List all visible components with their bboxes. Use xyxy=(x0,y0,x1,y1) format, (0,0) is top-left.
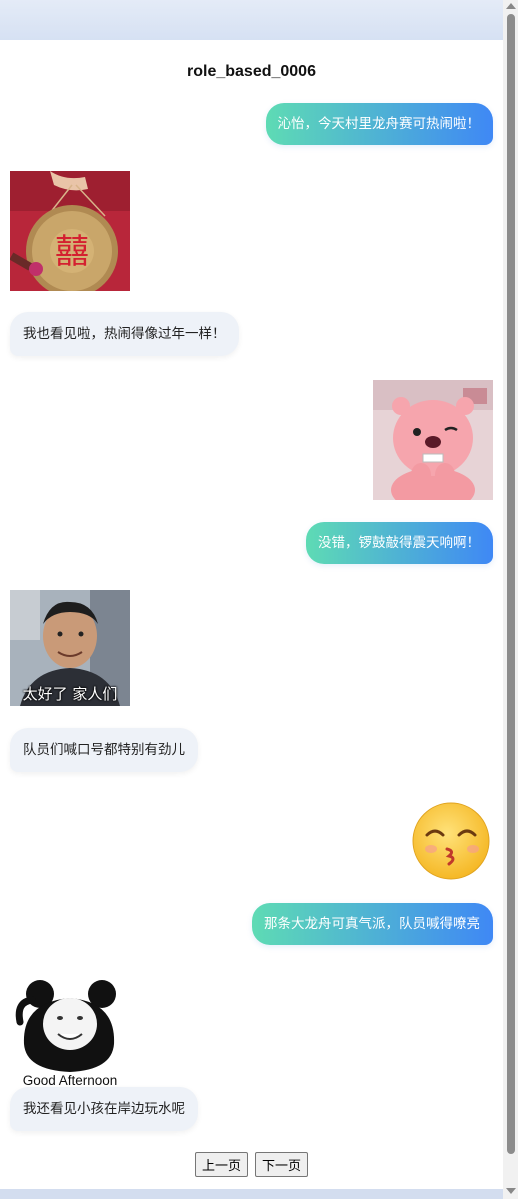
image-caption: 太好了 家人们 xyxy=(22,685,118,703)
image-caption: Good Afternoon xyxy=(22,1073,118,1088)
incoming-message: 我还看见小孩在岸边玩水呢 xyxy=(10,1087,198,1131)
svg-text:囍: 囍 xyxy=(55,232,89,272)
message-row: 我也看见啦，热闹得像过年一样！ xyxy=(10,312,493,356)
message-row xyxy=(10,380,493,500)
scroll-down-arrow-icon[interactable] xyxy=(506,1188,516,1194)
message-row: 我还看见小孩在岸边玩水呢 xyxy=(10,1087,493,1131)
vertical-scrollbar[interactable] xyxy=(503,0,518,1199)
incoming-message: 我也看见啦，热闹得像过年一样！ xyxy=(10,312,239,356)
top-band xyxy=(0,0,503,40)
message-row: 太好了 家人们 xyxy=(10,590,493,706)
incoming-message: 队员们喊口号都特别有劲儿 xyxy=(10,728,198,772)
scroll-thumb[interactable] xyxy=(507,14,515,1154)
next-page-button[interactable]: 下一页 xyxy=(255,1152,309,1177)
page-title: role_based_0006 xyxy=(187,63,316,80)
kissing-emoji-image[interactable] xyxy=(409,797,493,881)
scroll-up-arrow-icon[interactable] xyxy=(506,3,516,9)
bottom-band xyxy=(0,1189,503,1199)
prev-page-button[interactable]: 上一页 xyxy=(194,1152,248,1177)
message-row: Good Afternoon xyxy=(10,972,493,1092)
panda-sticker-image[interactable]: Good Afternoon xyxy=(10,972,130,1092)
message-row xyxy=(10,797,493,881)
message-row: 队员们喊口号都特别有劲儿 xyxy=(10,728,493,772)
pink-beaver-image[interactable] xyxy=(373,380,493,500)
man-selfie-image[interactable]: 太好了 家人们 xyxy=(10,590,130,706)
outgoing-message: 没错，锣鼓敲得震天响啊！ xyxy=(306,522,493,564)
chat-page: role_based_0006 沁怡，今天村里龙舟赛可热闹啦！ 囍 我也看见啦，… xyxy=(0,40,503,1189)
gong-image[interactable]: 囍 xyxy=(10,171,130,291)
message-row: 囍 xyxy=(10,171,493,291)
message-row: 沁怡，今天村里龙舟赛可热闹啦！ xyxy=(10,103,493,145)
message-row: 没错，锣鼓敲得震天响啊！ xyxy=(10,522,493,564)
outgoing-message: 那条大龙舟可真气派，队员喊得嘹亮 xyxy=(252,903,493,945)
pagination: 上一页 下一页 xyxy=(0,1152,503,1177)
message-row: 那条大龙舟可真气派，队员喊得嘹亮 xyxy=(10,903,493,945)
outgoing-message: 沁怡，今天村里龙舟赛可热闹啦！ xyxy=(265,103,493,145)
